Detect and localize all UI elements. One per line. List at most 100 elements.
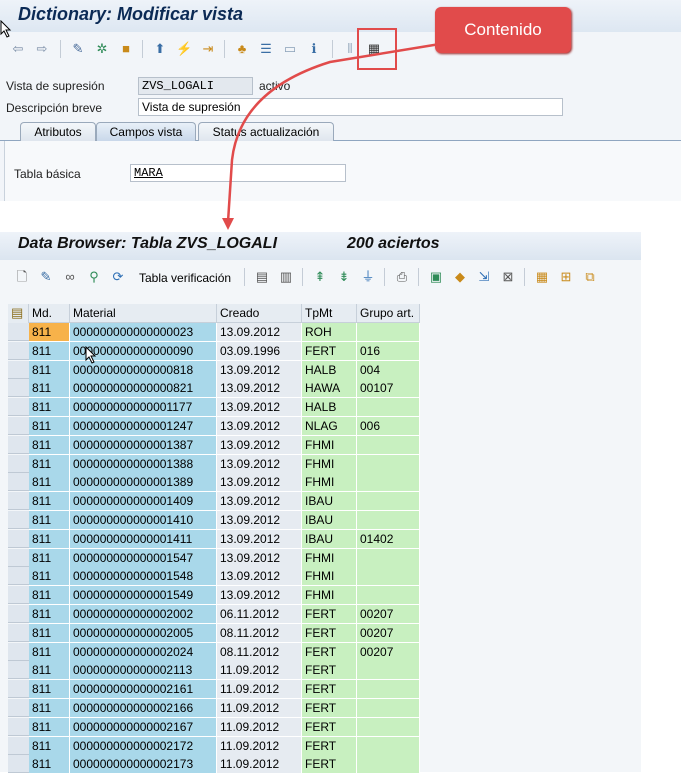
cell-creado[interactable]: 13.09.2012	[217, 379, 302, 398]
row-selector[interactable]	[8, 379, 29, 397]
cell-creado[interactable]: 13.09.2012	[217, 567, 302, 586]
cell-grupo-art[interactable]	[357, 323, 420, 342]
cell-material[interactable]: 000000000000002173	[70, 755, 217, 774]
column-header-grupo-art[interactable]: Grupo art.	[357, 304, 420, 323]
cell-tpmt[interactable]: IBAU	[302, 511, 357, 530]
cell-md[interactable]: 811	[29, 530, 70, 549]
row-selector[interactable]	[8, 511, 29, 529]
glasses-icon[interactable]: ∞	[62, 269, 78, 285]
cell-material[interactable]: 000000000000000023	[70, 323, 217, 342]
cell-grupo-art[interactable]	[357, 586, 420, 605]
cell-grupo-art[interactable]	[357, 473, 420, 492]
cell-creado[interactable]: 13.09.2012	[217, 492, 302, 511]
cell-tpmt[interactable]: FERT	[302, 605, 357, 624]
cell-md[interactable]: 811	[29, 680, 70, 699]
column-header-material[interactable]: Material	[70, 304, 217, 323]
cell-material[interactable]: 000000000000001389	[70, 473, 217, 492]
cell-md[interactable]: 811	[29, 661, 70, 680]
cell-tpmt[interactable]: FERT	[302, 661, 357, 680]
cell-grupo-art[interactable]: 00107	[357, 379, 420, 398]
row-selector[interactable]	[8, 398, 29, 416]
cell-creado[interactable]: 08.11.2012	[217, 624, 302, 643]
word-icon[interactable]: ◆	[452, 269, 468, 285]
cell-tpmt[interactable]: FHMI	[302, 567, 357, 586]
cell-grupo-art[interactable]	[357, 436, 420, 455]
row-selector[interactable]	[8, 530, 29, 548]
cell-creado[interactable]: 13.09.2012	[217, 530, 302, 549]
row-selector[interactable]	[8, 455, 29, 473]
sort-descending-icon[interactable]: ⇟	[336, 269, 352, 285]
cell-tpmt[interactable]: FERT	[302, 755, 357, 774]
cell-creado[interactable]: 13.09.2012	[217, 511, 302, 530]
cell-grupo-art[interactable]: 00207	[357, 643, 420, 662]
cell-grupo-art[interactable]: 01402	[357, 530, 420, 549]
cell-creado[interactable]: 13.09.2012	[217, 323, 302, 342]
column-header-md[interactable]: Md.	[29, 304, 70, 323]
cell-creado[interactable]: 13.09.2012	[217, 361, 302, 380]
cell-creado[interactable]: 13.09.2012	[217, 586, 302, 605]
cell-md[interactable]: 811	[29, 718, 70, 737]
row-selector[interactable]	[8, 492, 29, 510]
cell-tpmt[interactable]: HALB	[302, 398, 357, 417]
cell-material[interactable]: 000000000000001409	[70, 492, 217, 511]
sort-ascending-icon[interactable]: ⇞	[312, 269, 328, 285]
find-icon[interactable]: ⚲	[86, 269, 102, 285]
cell-material[interactable]: 000000000000002024	[70, 643, 217, 662]
cell-tpmt[interactable]: FHMI	[302, 549, 357, 568]
cell-creado[interactable]: 11.09.2012	[217, 737, 302, 756]
cell-md[interactable]: 811	[29, 398, 70, 417]
cell-material[interactable]: 000000000000001177	[70, 398, 217, 417]
row-selector[interactable]	[8, 624, 29, 642]
cell-grupo-art[interactable]: 006	[357, 417, 420, 436]
cell-md[interactable]: 811	[29, 624, 70, 643]
cell-material[interactable]: 000000000000001549	[70, 586, 217, 605]
cell-creado[interactable]: 06.11.2012	[217, 605, 302, 624]
cell-material[interactable]: 000000000000002166	[70, 699, 217, 718]
cell-creado[interactable]: 11.09.2012	[217, 755, 302, 774]
cell-md[interactable]: 811	[29, 549, 70, 568]
cell-md[interactable]: 811	[29, 455, 70, 474]
row-selector[interactable]	[8, 436, 29, 454]
detail-2-icon[interactable]: ▥	[278, 269, 294, 285]
column-header-creado[interactable]: Creado	[217, 304, 302, 323]
cell-md[interactable]: 811	[29, 492, 70, 511]
cell-creado[interactable]: 13.09.2012	[217, 549, 302, 568]
cell-md[interactable]: 811	[29, 511, 70, 530]
cell-creado[interactable]: 08.11.2012	[217, 643, 302, 662]
row-selector[interactable]	[8, 473, 29, 491]
cell-tpmt[interactable]: FHMI	[302, 473, 357, 492]
row-selector[interactable]	[8, 699, 29, 717]
cell-grupo-art[interactable]: 00207	[357, 624, 420, 643]
cell-md[interactable]: 811	[29, 567, 70, 586]
row-selector[interactable]	[8, 680, 29, 698]
cell-material[interactable]: 000000000000002113	[70, 661, 217, 680]
cell-md[interactable]: 811	[29, 342, 70, 361]
row-selector[interactable]	[8, 549, 29, 567]
cell-tpmt[interactable]: FHMI	[302, 455, 357, 474]
cell-grupo-art[interactable]	[357, 492, 420, 511]
check-table-button[interactable]: Tabla verificación	[139, 271, 231, 285]
cell-creado[interactable]: 11.09.2012	[217, 680, 302, 699]
cell-tpmt[interactable]: NLAG	[302, 417, 357, 436]
row-selector[interactable]	[8, 323, 29, 341]
cell-material[interactable]: 000000000000002172	[70, 737, 217, 756]
cell-grupo-art[interactable]	[357, 511, 420, 530]
row-selector[interactable]	[8, 417, 29, 435]
cell-creado[interactable]: 13.09.2012	[217, 455, 302, 474]
cell-tpmt[interactable]: ROH	[302, 323, 357, 342]
cell-creado[interactable]: 11.09.2012	[217, 699, 302, 718]
row-selector[interactable]	[8, 643, 29, 661]
cell-md[interactable]: 811	[29, 379, 70, 398]
cell-tpmt[interactable]: FERT	[302, 643, 357, 662]
layout-save-icon[interactable]: ⧉	[582, 269, 598, 285]
cell-tpmt[interactable]: FHMI	[302, 586, 357, 605]
new-entry-icon[interactable]: 🗋	[14, 269, 30, 285]
cell-md[interactable]: 811	[29, 699, 70, 718]
row-selector[interactable]	[8, 567, 29, 585]
cell-grupo-art[interactable]	[357, 737, 420, 756]
cell-material[interactable]: 000000000000001388	[70, 455, 217, 474]
cell-creado[interactable]: 03.09.1996	[217, 342, 302, 361]
cell-tpmt[interactable]: FERT	[302, 342, 357, 361]
cell-grupo-art[interactable]	[357, 699, 420, 718]
cell-md[interactable]: 811	[29, 755, 70, 774]
